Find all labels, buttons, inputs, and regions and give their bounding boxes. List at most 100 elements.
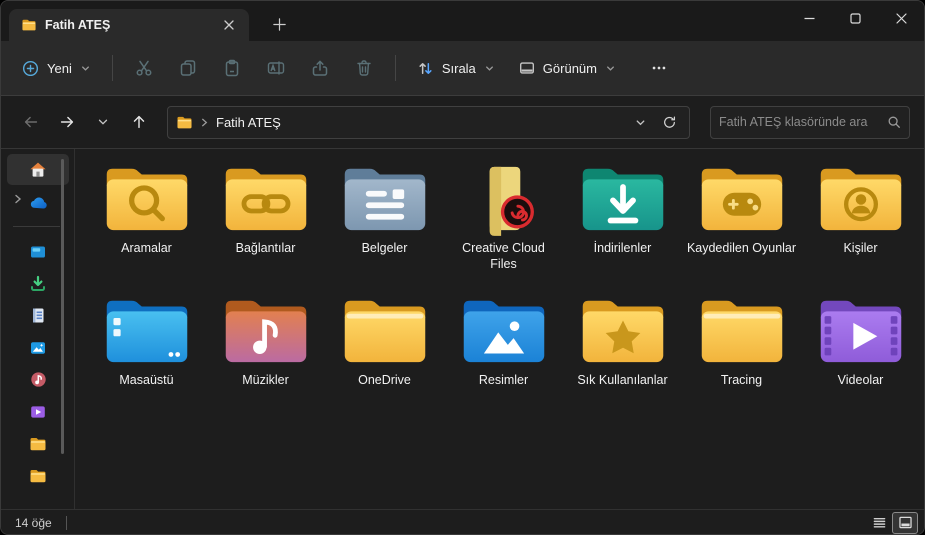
file-tile-label: İndirilenler: [593, 241, 652, 255]
folder-creative-cloud-icon: [458, 161, 550, 236]
onedrive-icon: [29, 195, 48, 209]
file-tile-label: Aramalar: [121, 241, 172, 255]
file-tile[interactable]: Sık Kullanılanlar: [563, 291, 682, 423]
sidebar-item-folder-2[interactable]: [7, 460, 69, 491]
new-button[interactable]: Yeni: [11, 52, 102, 85]
view-button[interactable]: Görünüm: [508, 52, 627, 84]
file-tile-label: Bağlantılar: [235, 241, 296, 255]
share-button[interactable]: [299, 49, 341, 87]
forward-icon[interactable]: [51, 106, 83, 138]
delete-button[interactable]: [343, 49, 385, 87]
folder-documents-icon: [339, 161, 431, 236]
rename-button[interactable]: [255, 49, 297, 87]
breadcrumb[interactable]: Fatih ATEŞ: [216, 115, 623, 130]
details-view-button[interactable]: [866, 512, 892, 534]
sidebar-item-videos[interactable]: [7, 396, 69, 427]
new-tab-button[interactable]: [263, 8, 295, 40]
tab-folder-icon: [21, 18, 37, 32]
minimize-icon[interactable]: [786, 1, 832, 35]
file-tile-label: Sık Kullanılanlar: [577, 373, 668, 387]
file-tile-label: Tracing: [720, 373, 763, 387]
file-tile-label: Creative Cloud Files: [462, 241, 545, 271]
sidebar-item-music[interactable]: [7, 364, 69, 395]
chevron-down-icon: [607, 65, 614, 71]
more-options-button[interactable]: [639, 49, 679, 87]
paste-button[interactable]: [211, 49, 253, 87]
sidebar-item-downloads[interactable]: [7, 268, 69, 299]
file-tile[interactable]: İndirilenler: [563, 159, 682, 291]
address-dropdown-icon[interactable]: [629, 111, 651, 133]
tab-close-icon[interactable]: [217, 13, 241, 37]
documents-icon: [30, 307, 46, 324]
file-tile[interactable]: Bağlantılar: [206, 159, 325, 291]
view-button-label: Görünüm: [542, 60, 597, 76]
file-tile[interactable]: Müzikler: [206, 291, 325, 423]
folder-desktop-icon: [101, 293, 193, 368]
chevron-down-icon: [81, 65, 89, 71]
sidebar-item-home[interactable]: [7, 154, 69, 185]
folder-downloads-icon: [577, 161, 669, 236]
home-icon: [29, 161, 47, 178]
search-box: [710, 105, 910, 139]
file-tile[interactable]: Belgeler: [325, 159, 444, 291]
search-icon: [888, 116, 900, 128]
tab-title: Fatih ATEŞ: [45, 18, 111, 32]
navigation-pane: [1, 149, 75, 509]
toolbar-separator: [394, 55, 396, 81]
file-grid: Aramalar Bağlantılar Belgeler Creative C…: [87, 159, 924, 423]
share-icon: [312, 60, 328, 76]
breadcrumb-chevron-icon: [202, 118, 208, 126]
recent-locations-icon[interactable]: [87, 106, 119, 138]
file-tile-label: Kişiler: [843, 241, 878, 255]
music-icon: [30, 371, 47, 388]
file-tile[interactable]: Creative Cloud Files: [444, 159, 563, 291]
file-tile-label: Videolar: [837, 373, 884, 387]
file-tile[interactable]: Aramalar: [87, 159, 206, 291]
back-icon[interactable]: [15, 106, 47, 138]
toolbar-separator: [111, 55, 113, 81]
files-area: Aramalar Bağlantılar Belgeler Creative C…: [75, 149, 924, 509]
paste-icon: [225, 59, 239, 77]
sidebar-scrollbar[interactable]: [61, 159, 64, 454]
folder-contacts-icon: [815, 161, 907, 236]
command-toolbar: Yeni Sırala Görünüm: [1, 41, 924, 96]
folder-link-icon: [220, 161, 312, 236]
sidebar-item-pictures[interactable]: [7, 332, 69, 363]
sidebar-item-desktop[interactable]: [7, 236, 69, 267]
cut-button[interactable]: [123, 49, 165, 87]
maximize-icon[interactable]: [832, 1, 878, 35]
file-tile[interactable]: Kaydedilen Oyunlar: [682, 159, 801, 291]
up-icon[interactable]: [123, 106, 155, 138]
explorer-tab[interactable]: Fatih ATEŞ: [9, 9, 249, 41]
search-input[interactable]: [719, 115, 887, 129]
sort-button[interactable]: Sırala: [406, 52, 506, 85]
file-tile[interactable]: Kişiler: [801, 159, 920, 291]
file-tile[interactable]: Resimler: [444, 291, 563, 423]
sidebar-item-folder-1[interactable]: [7, 428, 69, 459]
folder-search-icon: [101, 161, 193, 236]
copy-button[interactable]: [167, 49, 209, 87]
scissors-icon: [136, 60, 152, 76]
file-tile-label: OneDrive: [358, 373, 411, 387]
new-plus-icon: [21, 59, 40, 78]
close-window-icon[interactable]: [878, 1, 924, 35]
copy-icon: [180, 60, 196, 76]
folder-videos-icon: [815, 293, 907, 368]
large-icons-view-button[interactable]: [892, 511, 918, 534]
folder-plain-icon: [339, 293, 431, 368]
large-icons-view-icon: [898, 516, 912, 529]
pictures-icon: [29, 340, 47, 356]
chevron-right-icon[interactable]: [13, 194, 23, 204]
sidebar-item-documents[interactable]: [7, 300, 69, 331]
file-tile-label: Müzikler: [242, 373, 289, 387]
file-tile[interactable]: Videolar: [801, 291, 920, 423]
folder-icon: [29, 436, 47, 452]
file-tile[interactable]: OneDrive: [325, 291, 444, 423]
ellipsis-icon: [652, 66, 666, 70]
address-bar[interactable]: Fatih ATEŞ: [167, 105, 690, 139]
file-tile[interactable]: Masaüstü: [87, 291, 206, 423]
file-tile[interactable]: Tracing: [682, 291, 801, 423]
refresh-icon[interactable]: [657, 110, 681, 134]
sidebar-item-onedrive[interactable]: [7, 186, 69, 217]
folder-plain-icon: [696, 293, 788, 368]
